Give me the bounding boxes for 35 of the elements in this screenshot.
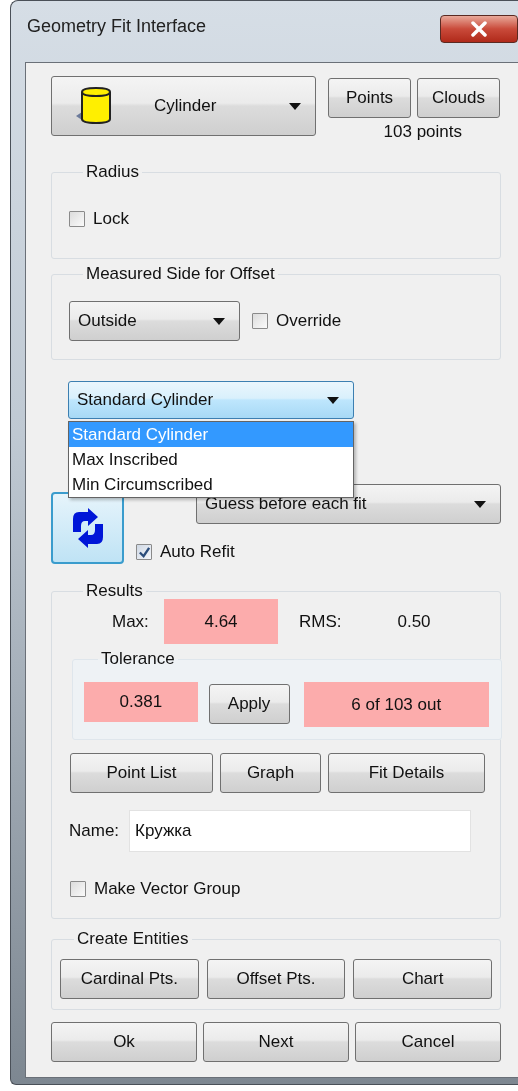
checkbox-label: Override xyxy=(276,311,342,331)
checkbox-label: Make Vector Group xyxy=(94,879,241,899)
dialog-button[interactable]: Next xyxy=(203,1022,349,1062)
result-button[interactable]: Fit Details xyxy=(328,753,485,793)
shape-dropdown[interactable]: Cylinder xyxy=(51,76,316,136)
name-label: Name: xyxy=(69,821,120,841)
group-label: Tolerance xyxy=(100,648,176,670)
source-button[interactable]: Points xyxy=(328,78,411,118)
dropdown-option[interactable]: Max Inscribed xyxy=(69,447,353,472)
dialog-button[interactable]: Cancel xyxy=(355,1022,501,1062)
create-button[interactable]: Chart xyxy=(353,959,492,999)
checkbox-label: Auto Refit xyxy=(160,542,235,562)
source-button[interactable]: Clouds xyxy=(417,78,500,118)
max-value: 4.64 xyxy=(164,599,278,644)
name-field[interactable]: Кружка xyxy=(129,810,472,852)
group-label: Results xyxy=(85,580,144,602)
apply-button[interactable]: Apply xyxy=(208,684,290,724)
create-button[interactable]: Offset Pts. xyxy=(206,959,346,999)
result-button[interactable]: Point List xyxy=(70,753,213,793)
dialog-button[interactable]: Ok xyxy=(51,1022,197,1062)
fit-type-dropdown[interactable]: Standard Cylinder xyxy=(68,381,354,419)
out-count: 6 of 103 out xyxy=(303,682,489,727)
rms-label: RMS: xyxy=(299,611,343,632)
create-button[interactable]: Cardinal Pts. xyxy=(60,959,199,999)
max-label: Max: xyxy=(112,611,150,632)
group-label: Radius xyxy=(85,161,140,183)
point-count: 103 points xyxy=(383,121,462,143)
group-label: Create Entities xyxy=(76,928,190,950)
result-button[interactable]: Graph xyxy=(220,753,321,793)
side-dropdown[interactable]: Outside xyxy=(69,301,240,341)
group-label: Measured Side for Offset xyxy=(85,263,276,285)
checkbox-label: Lock xyxy=(93,209,129,229)
window-title: Geometry Fit Interface xyxy=(27,16,207,37)
tolerance-field[interactable]: 0.381 xyxy=(84,682,198,722)
rms-value: 0.50 xyxy=(396,610,432,633)
